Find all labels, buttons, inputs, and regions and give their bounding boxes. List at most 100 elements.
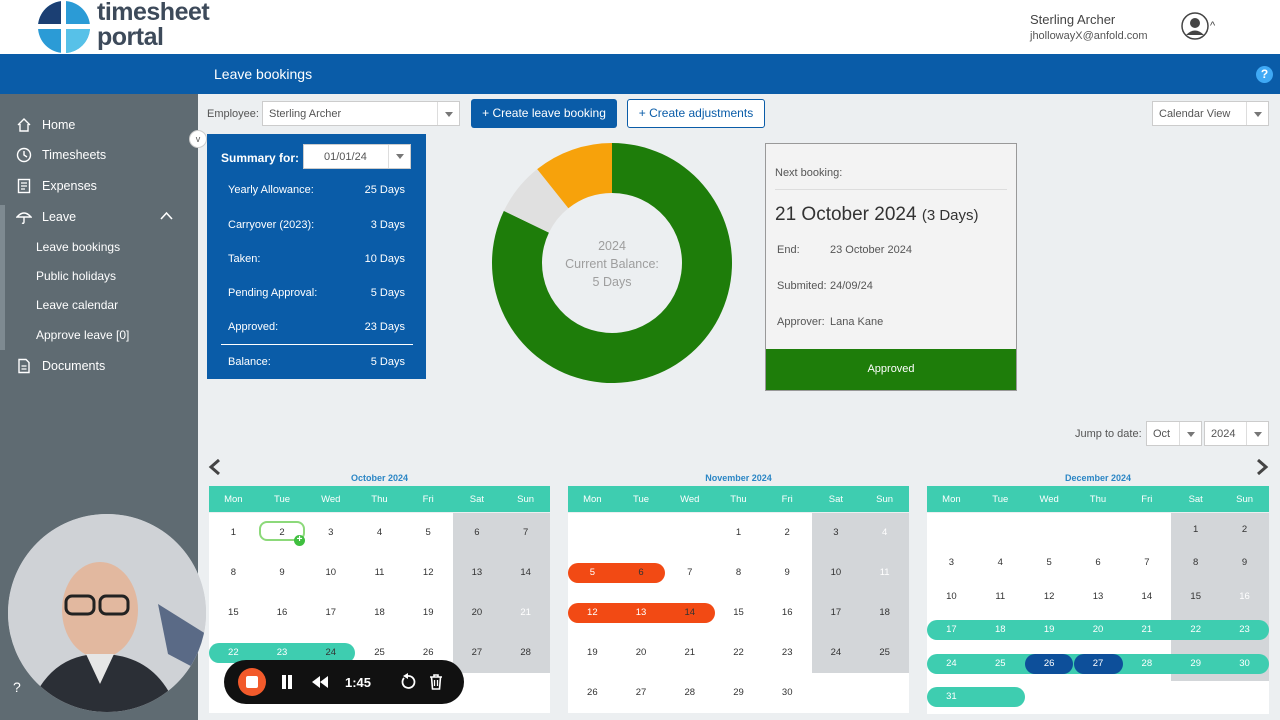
- restart-icon[interactable]: [400, 673, 416, 691]
- calendar-day[interactable]: 11: [860, 567, 909, 578]
- calendar-day[interactable]: 23: [763, 647, 812, 658]
- calendar-day[interactable]: 12: [404, 567, 453, 578]
- trash-icon[interactable]: [428, 673, 444, 691]
- calendar-day[interactable]: 10: [306, 567, 355, 578]
- recording-toolbar: 1:45: [224, 660, 464, 704]
- pause-icon[interactable]: [280, 674, 294, 690]
- calendar-day[interactable]: 12: [1025, 591, 1074, 602]
- calendar-day[interactable]: 17: [811, 607, 860, 618]
- calendar-day[interactable]: 6: [617, 567, 666, 578]
- calendar-day[interactable]: 13: [1074, 591, 1123, 602]
- calendar-day[interactable]: 24: [927, 658, 976, 669]
- weekday-label: Thu: [730, 494, 747, 505]
- calendar-day[interactable]: 26: [1025, 658, 1074, 669]
- calendar-day[interactable]: 27: [1074, 658, 1123, 669]
- calendar-day[interactable]: 19: [568, 647, 617, 658]
- calendar-day[interactable]: 3: [306, 527, 355, 538]
- calendar-day[interactable]: 27: [617, 687, 666, 698]
- calendar-day[interactable]: 25: [355, 647, 404, 658]
- calendar-day[interactable]: 23: [258, 647, 307, 658]
- calendar-day[interactable]: 4: [860, 527, 909, 538]
- calendar-day[interactable]: 16: [763, 607, 812, 618]
- calendar-day[interactable]: 28: [501, 647, 550, 658]
- calendar-day[interactable]: 22: [209, 647, 258, 658]
- add-booking-icon[interactable]: +: [294, 535, 306, 546]
- calendar-day[interactable]: 3: [811, 527, 860, 538]
- calendar-day[interactable]: 18: [976, 624, 1025, 635]
- calendar-day[interactable]: 2: [1220, 524, 1269, 535]
- calendar-day[interactable]: 26: [404, 647, 453, 658]
- calendar-day[interactable]: 12: [568, 607, 617, 618]
- calendar-day[interactable]: 8: [209, 567, 258, 578]
- calendar-day[interactable]: 14: [501, 567, 550, 578]
- calendar-day[interactable]: 9: [1220, 557, 1269, 568]
- calendar-day[interactable]: 20: [452, 607, 501, 618]
- calendar-day[interactable]: 11: [355, 567, 404, 578]
- calendar-day[interactable]: 27: [452, 647, 501, 658]
- calendar-day[interactable]: 14: [665, 607, 714, 618]
- calendar-day[interactable]: 7: [1122, 557, 1171, 568]
- calendar-day[interactable]: 17: [306, 607, 355, 618]
- calendar-day[interactable]: 9: [258, 567, 307, 578]
- rewind-icon[interactable]: [310, 675, 330, 689]
- calendar-day[interactable]: 9: [763, 567, 812, 578]
- calendar-day[interactable]: 19: [404, 607, 453, 618]
- calendar-day[interactable]: 15: [209, 607, 258, 618]
- calendar-day[interactable]: 10: [927, 591, 976, 602]
- calendar-day[interactable]: 1: [209, 527, 258, 538]
- calendar-day[interactable]: 1: [714, 527, 763, 538]
- calendar-day[interactable]: 22: [714, 647, 763, 658]
- calendar-day[interactable]: 10: [811, 567, 860, 578]
- calendar-day[interactable]: 20: [1074, 624, 1123, 635]
- calendar-day[interactable]: 19: [1025, 624, 1074, 635]
- calendar-day[interactable]: 28: [665, 687, 714, 698]
- calendar-day[interactable]: 5: [404, 527, 453, 538]
- calendar-day[interactable]: 30: [1220, 658, 1269, 669]
- calendar-day[interactable]: 28: [1122, 658, 1171, 669]
- weekday-label: Tue: [633, 494, 650, 505]
- calendar-day[interactable]: 24: [306, 647, 355, 658]
- calendar-day[interactable]: 26: [568, 687, 617, 698]
- calendar-day[interactable]: 6: [1074, 557, 1123, 568]
- calendar-day[interactable]: 15: [714, 607, 763, 618]
- calendar-day[interactable]: 14: [1122, 591, 1171, 602]
- calendar-day[interactable]: 21: [1122, 624, 1171, 635]
- calendar-day[interactable]: 16: [258, 607, 307, 618]
- calendar-day[interactable]: 18: [860, 607, 909, 618]
- calendar-day[interactable]: 24: [811, 647, 860, 658]
- calendar-day[interactable]: 4: [355, 527, 404, 538]
- calendar-day[interactable]: 1: [1171, 524, 1220, 535]
- weekday-label: Sat: [469, 494, 485, 505]
- webcam-overlay: [8, 514, 206, 712]
- calendar-day[interactable]: 5: [568, 567, 617, 578]
- calendar-day[interactable]: 29: [1171, 658, 1220, 669]
- calendar-day[interactable]: 13: [452, 567, 501, 578]
- calendar-day[interactable]: 16: [1220, 591, 1269, 602]
- calendar-day[interactable]: 20: [617, 647, 666, 658]
- calendar-day[interactable]: 25: [976, 658, 1025, 669]
- calendar-day[interactable]: 29: [714, 687, 763, 698]
- calendar-day[interactable]: 11: [976, 591, 1025, 602]
- calendar-day[interactable]: 22: [1171, 624, 1220, 635]
- calendar-day[interactable]: 13: [617, 607, 666, 618]
- calendar-day[interactable]: 7: [665, 567, 714, 578]
- calendar-day[interactable]: 3: [927, 557, 976, 568]
- calendar-day[interactable]: 8: [714, 567, 763, 578]
- calendar-day[interactable]: 4: [976, 557, 1025, 568]
- calendar-day[interactable]: 6: [452, 527, 501, 538]
- calendar-day[interactable]: 23: [1220, 624, 1269, 635]
- stop-recording-button[interactable]: [238, 668, 266, 696]
- calendar-day[interactable]: 21: [665, 647, 714, 658]
- calendar-day[interactable]: 8: [1171, 557, 1220, 568]
- calendar-day[interactable]: 30: [763, 687, 812, 698]
- calendar-day[interactable]: 25: [860, 647, 909, 658]
- calendar-day[interactable]: 17: [927, 624, 976, 635]
- calendar-day[interactable]: 31: [927, 691, 976, 702]
- calendar-day[interactable]: 18: [355, 607, 404, 618]
- calendar-day[interactable]: 15: [1171, 591, 1220, 602]
- calendar-day[interactable]: 5: [1025, 557, 1074, 568]
- calendar-day[interactable]: 2: [763, 527, 812, 538]
- calendar-day[interactable]: 21: [501, 607, 550, 618]
- calendar-day[interactable]: 7: [501, 527, 550, 538]
- calendar-month-title: October 2024: [350, 473, 409, 483]
